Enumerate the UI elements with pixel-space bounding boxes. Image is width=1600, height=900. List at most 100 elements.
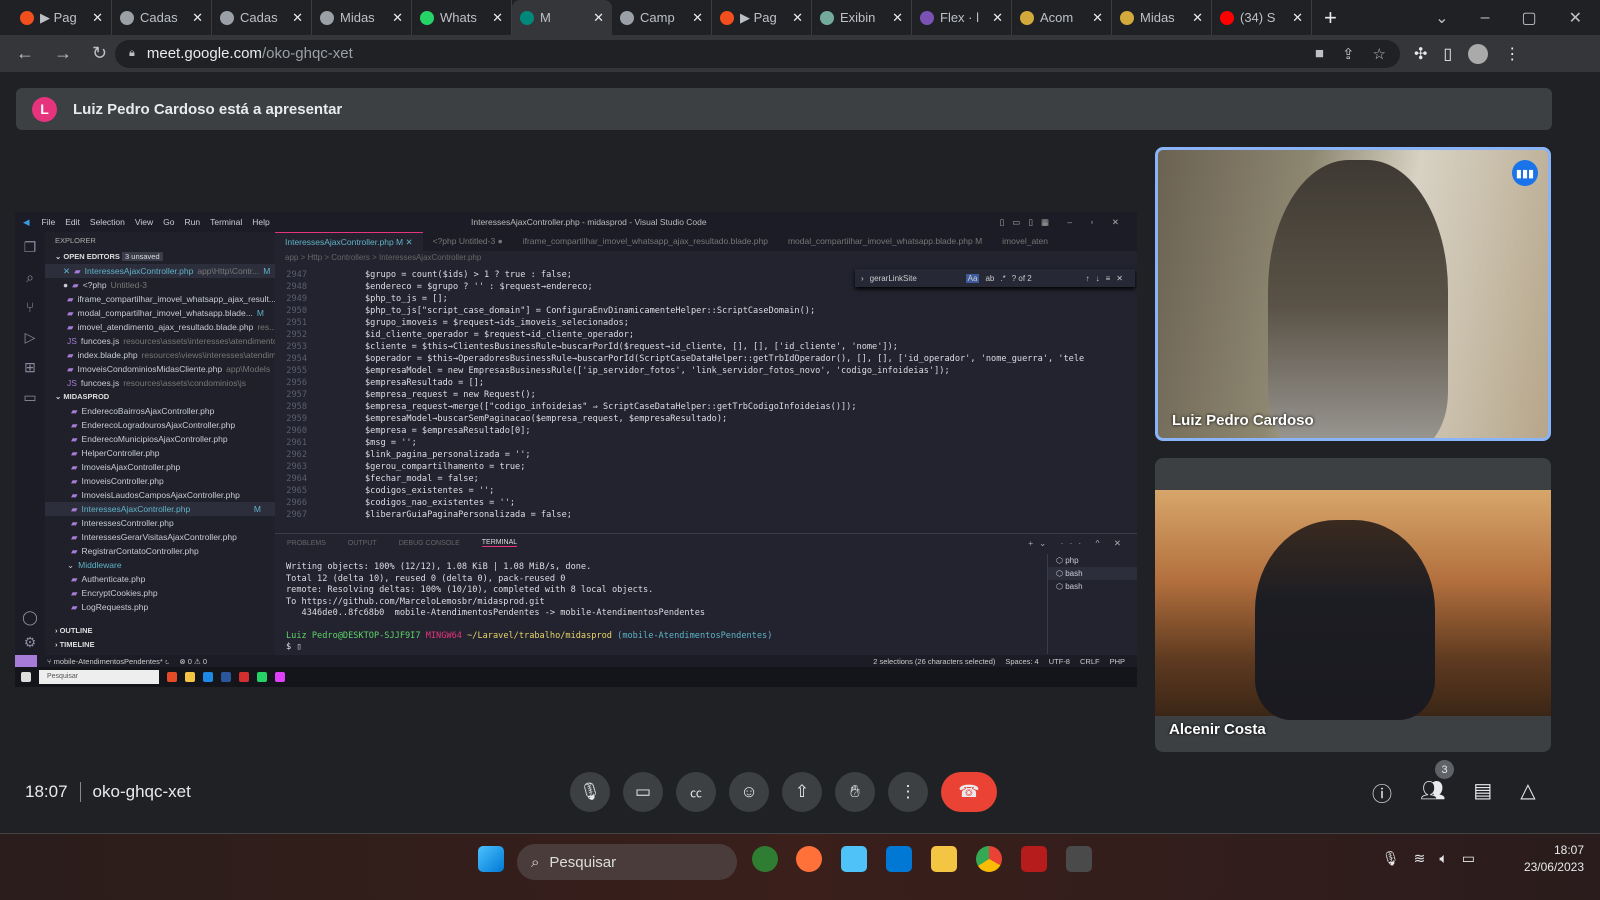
code-editor[interactable]: 2947 $grupo = count($ids) > 1 ? true : fa… xyxy=(275,269,1137,531)
tab-close-icon[interactable]: ✕ xyxy=(492,10,503,26)
terminal-instance[interactable]: ⬡ php xyxy=(1048,554,1137,567)
tab-close-icon[interactable]: ✕ xyxy=(593,10,604,26)
file-item[interactable]: ▰ InteressesAjaxController.php M xyxy=(45,502,275,516)
browser-tab[interactable]: Midas ✕ xyxy=(1112,0,1212,35)
file-item[interactable]: ▰ HelperController.php xyxy=(45,446,275,460)
indent-status[interactable]: Spaces: 4 xyxy=(1005,657,1038,666)
remote-indicator[interactable] xyxy=(15,655,37,667)
open-editor-item[interactable]: ▰ index.blade.php resources\views\interess… xyxy=(45,348,275,362)
editor-state-icon[interactable]: ● xyxy=(63,278,68,292)
file-item[interactable]: ▰ ImoveisLaudosCamposAjaxController.php xyxy=(45,488,275,502)
menu-item[interactable]: Go xyxy=(163,217,174,227)
tab-close-icon[interactable]: ✕ xyxy=(192,10,203,26)
bookmark-star-icon[interactable]: ☆ xyxy=(1373,45,1386,63)
profile-avatar[interactable] xyxy=(1468,43,1489,64)
explorer-icon[interactable]: ❐ xyxy=(15,232,45,262)
file-item[interactable]: ▰ ImoveisController.php xyxy=(45,474,275,488)
eol-status[interactable]: CRLF xyxy=(1080,657,1100,666)
tab-close-icon[interactable]: ✕ xyxy=(1192,10,1203,26)
minimize-button[interactable]: – xyxy=(1481,9,1490,27)
source-control-icon[interactable]: ⑂ xyxy=(15,292,45,322)
camera-icon[interactable]: ■ xyxy=(1315,45,1324,63)
panel-tab[interactable]: PROBLEMS xyxy=(287,540,326,547)
file-item[interactable]: ▰ EncryptCookies.php xyxy=(45,586,275,600)
menu-item[interactable]: Run xyxy=(185,217,201,227)
app-hs-icon[interactable] xyxy=(752,846,778,872)
browser-tab[interactable]: Camp ✕ xyxy=(612,0,712,35)
microphone-button[interactable]: 🎙︎ xyxy=(570,772,610,812)
side-panel-icon[interactable]: ▯ xyxy=(1443,44,1452,64)
menu-item[interactable]: File xyxy=(42,217,56,227)
sublime-text-icon[interactable] xyxy=(1066,846,1092,872)
open-editor-item[interactable]: JS funcoes.js resources\assets\condominios… xyxy=(45,376,275,390)
git-branch[interactable]: ⑂ mobile-AtendimentosPendentes* ↻ xyxy=(47,657,169,666)
share-icon[interactable]: ⇪ xyxy=(1342,45,1355,63)
back-icon[interactable]: ← xyxy=(16,43,34,64)
extensions-icon[interactable]: ⊞ xyxy=(15,352,45,382)
meeting-details-icon[interactable]: ⓘ xyxy=(1372,778,1392,807)
file-item[interactable]: ▰ ImoveisAjaxController.php xyxy=(45,460,275,474)
browser-tab[interactable]: Midas ✕ xyxy=(312,0,412,35)
terminal-icon[interactable]: ▭ xyxy=(15,382,45,412)
open-editor-item[interactable]: JS funcoes.js resources\assets\interesses\… xyxy=(45,334,275,348)
file-item[interactable]: ▰ LogRequests.php xyxy=(45,600,275,614)
menu-item[interactable]: View xyxy=(135,217,153,227)
terminal-instance[interactable]: ⬡ bash xyxy=(1048,580,1137,593)
battery-icon[interactable]: ▭ xyxy=(1462,850,1475,867)
open-editor-item[interactable]: ✕ ▰ InteressesAjaxController.php app\Http\C… xyxy=(45,264,275,278)
menu-item[interactable]: Edit xyxy=(65,217,80,227)
filezilla-icon[interactable] xyxy=(1021,846,1047,872)
browser-tab[interactable]: M ✕ xyxy=(512,0,612,35)
editor-tab[interactable]: iframe_compartilhar_imovel_whatsapp_ajax… xyxy=(513,232,778,251)
panel-tab[interactable]: OUTPUT xyxy=(348,540,377,547)
notepad-icon[interactable] xyxy=(841,846,867,872)
url-input[interactable]: 🔒︎ meet.google.com/oko-ghqc-xet ■ ⇪ ☆ xyxy=(115,39,1400,68)
menu-icon[interactable]: ⋮ xyxy=(1504,44,1520,64)
open-editors-header[interactable]: ⌄ OPEN EDITORS 3 unsaved xyxy=(45,250,275,264)
participant-tile-alcenir[interactable]: Alcenir Costa xyxy=(1155,458,1551,752)
browser-tab[interactable]: (34) S ✕ xyxy=(1212,0,1312,35)
tab-close-icon[interactable]: ✕ xyxy=(692,10,703,26)
leave-call-button[interactable]: ☎︎ xyxy=(941,772,997,812)
people-icon[interactable]: 👥︎ xyxy=(1420,778,1445,807)
find-nav-buttons[interactable]: ↑↓≡✕ xyxy=(1086,274,1129,283)
tab-close-icon[interactable]: ✕ xyxy=(292,10,303,26)
folder-item[interactable]: ⌄ Middleware xyxy=(45,558,275,572)
editor-tab[interactable]: <?php Untitled-3 ● xyxy=(423,232,513,251)
tab-close-icon[interactable]: ✕ xyxy=(92,10,103,26)
camera-button[interactable]: ▭ xyxy=(623,772,663,812)
chrome-icon[interactable] xyxy=(976,846,1002,872)
terminal-output[interactable]: Writing objects: 100% (12/12), 1.08 KiB … xyxy=(286,562,778,654)
timeline-section[interactable]: › TIMELINE xyxy=(45,638,275,652)
layout-controls[interactable]: ▯▭▯▦ – ▫ ✕ xyxy=(1000,217,1137,228)
browser-tab[interactable]: ▶ Pag ✕ xyxy=(12,0,112,35)
browser-tab[interactable]: ▶ Pag ✕ xyxy=(712,0,812,35)
microphone-icon[interactable]: 🎙︎ xyxy=(1382,850,1400,867)
file-item[interactable]: ▰ InteressesController.php xyxy=(45,516,275,530)
close-window-button[interactable]: ✕ xyxy=(1569,8,1582,28)
terminal-cursor[interactable]: $ ▯ xyxy=(286,642,778,654)
open-editor-item[interactable]: ▰ iframe_compartilhar_imovel_whatsapp_aja… xyxy=(45,292,275,306)
panel-actions[interactable]: +⌄ ··· ^ ✕ xyxy=(1028,538,1127,549)
activities-icon[interactable]: △ xyxy=(1520,778,1535,807)
project-header[interactable]: ⌄ MIDASPROD xyxy=(45,390,275,404)
editor-tab[interactable]: modal_compartilhar_imovel_whatsapp.blade… xyxy=(778,232,992,251)
browser-tab[interactable]: Flex · l ✕ xyxy=(912,0,1012,35)
tab-close-icon[interactable]: ✕ xyxy=(1092,10,1103,26)
firefox-icon[interactable] xyxy=(796,846,822,872)
tab-close-icon[interactable]: ✕ xyxy=(792,10,803,26)
start-button[interactable] xyxy=(478,846,504,872)
match-case-toggle[interactable]: Aa xyxy=(965,273,980,283)
raise-hand-button[interactable]: ✋︎ xyxy=(835,772,875,812)
find-input[interactable]: gerarLinkSite xyxy=(870,274,960,283)
menu-item[interactable]: Help xyxy=(252,217,269,227)
language-status[interactable]: PHP xyxy=(1110,657,1125,666)
more-options-button[interactable]: ⋮ xyxy=(888,772,928,812)
chat-icon[interactable]: ▤ xyxy=(1473,778,1492,807)
extensions-icon[interactable]: ✣ xyxy=(1414,44,1427,64)
vscode-icon[interactable] xyxy=(886,846,912,872)
panel-tab[interactable]: TERMINAL xyxy=(481,539,518,547)
file-explorer-icon[interactable] xyxy=(931,846,957,872)
run-debug-icon[interactable]: ▷ xyxy=(15,322,45,352)
captions-button[interactable]: ㏄ xyxy=(676,772,716,812)
